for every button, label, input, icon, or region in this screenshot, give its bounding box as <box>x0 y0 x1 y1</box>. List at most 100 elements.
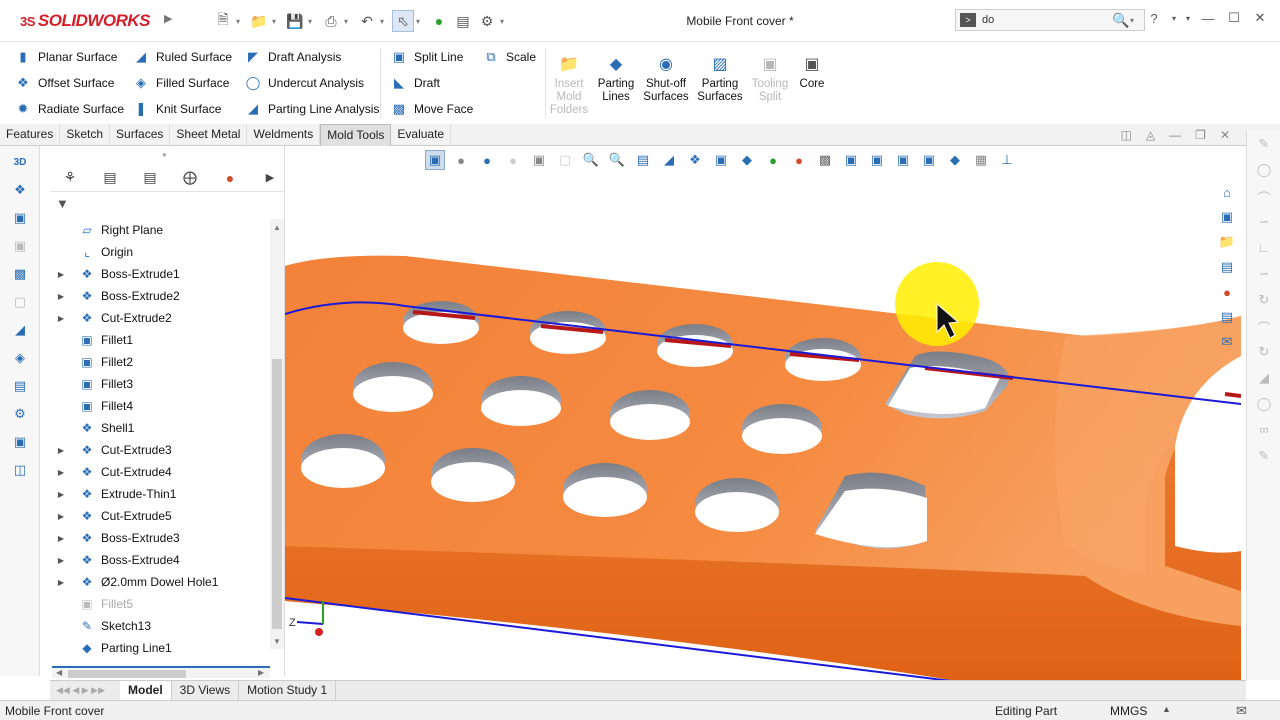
file-explorer-icon[interactable]: 📁 <box>1216 232 1238 252</box>
expand-arrow-icon[interactable]: ▶ <box>50 534 72 543</box>
dimxpert-tab-icon[interactable]: ⨁ <box>180 168 200 188</box>
reference-icon[interactable]: ▢ <box>8 290 32 314</box>
loop-tool-icon[interactable]: ↻ <box>1254 344 1274 364</box>
feature-tree-item[interactable]: ▶ ❖ Cut-Extrude4 <box>50 461 270 483</box>
rebuild-traffic-light-icon[interactable]: ● <box>428 10 450 32</box>
settings-icon[interactable]: ⚙ <box>8 402 32 426</box>
viewport-close-icon[interactable]: ✕ <box>1220 128 1230 142</box>
tooling-split-button[interactable]: ▣ Tooling Split <box>748 52 792 104</box>
viewport-single-icon[interactable]: ▦ <box>971 150 991 170</box>
feature-tree-item[interactable]: ◆ Parting Line1 <box>50 637 270 659</box>
front-view-icon[interactable]: ▣ <box>841 150 861 170</box>
tile-right-icon[interactable]: ◬ <box>1146 128 1155 142</box>
file-properties-icon[interactable]: ▤ <box>452 10 474 32</box>
property-manager-tab-icon[interactable]: ▤ <box>100 168 120 188</box>
save-icon[interactable]: 💾 <box>284 10 306 32</box>
shut-off-surfaces-button[interactable]: ◉ Shut-off Surfaces <box>642 52 690 104</box>
planar-surface-button[interactable]: ▮ Planar Surface <box>12 46 124 68</box>
tab-weldments[interactable]: Weldments <box>247 124 321 146</box>
tree-horizontal-scrollbar[interactable]: ◀ ▶ <box>52 666 270 678</box>
feature-icon[interactable]: ◈ <box>8 346 32 370</box>
parting-lines-button[interactable]: ◆ Parting Lines <box>596 52 636 104</box>
custom-properties-icon[interactable]: ▤ <box>1216 307 1238 327</box>
new-document-icon[interactable]: 🗎 <box>212 10 234 32</box>
view-orientation-icon[interactable]: ▣ <box>711 150 731 170</box>
feature-tree-item[interactable]: ▶ ❖ Extrude-Thin1 <box>50 483 270 505</box>
tab-sketch[interactable]: Sketch <box>60 124 111 146</box>
save-dropdown-icon[interactable]: ▾ <box>308 10 318 32</box>
tab-motion-study-1[interactable]: Motion Study 1 <box>239 681 337 700</box>
expand-arrow-icon[interactable]: ▶ <box>50 556 72 565</box>
open-folder-icon[interactable]: 📁 <box>248 10 270 32</box>
rotate-tool-icon[interactable]: ↻ <box>1254 292 1274 312</box>
expand-arrow-icon[interactable]: ▶ <box>50 314 72 323</box>
section-icon[interactable]: ▤ <box>8 374 32 398</box>
3d-view-icon[interactable]: 3D <box>8 150 32 174</box>
expand-arrow-icon[interactable]: ▶ <box>50 270 72 279</box>
design-library-icon[interactable]: ▣ <box>1216 207 1238 227</box>
search-commands-box[interactable]: > 🔍 ▾ <box>955 9 1145 31</box>
draft-button[interactable]: ◣ Draft <box>388 72 473 94</box>
forum-icon[interactable]: ✉ <box>1216 332 1238 352</box>
feature-tree-item[interactable]: ▶ ❖ Boss-Extrude4 <box>50 549 270 571</box>
undo-dropdown-icon[interactable]: ▾ <box>380 10 390 32</box>
display-style-icon[interactable]: ◆ <box>737 150 757 170</box>
expand-arrow-icon[interactable]: ▶ <box>50 468 72 477</box>
scroll-right-icon[interactable]: ▶ <box>258 668 264 677</box>
tab-mold-tools[interactable]: Mold Tools <box>320 124 392 146</box>
undercut-analysis-button[interactable]: ◯ Undercut Analysis <box>242 72 379 94</box>
viewport-minimize-icon[interactable]: — <box>1169 128 1181 142</box>
right-view-icon[interactable]: ▣ <box>919 150 939 170</box>
feature-tree-item[interactable]: ▣ Fillet5 <box>50 593 270 615</box>
zoom-area-icon[interactable]: 🔍 <box>581 150 601 170</box>
section-view-icon[interactable]: ◢ <box>659 150 679 170</box>
expand-arrow-icon[interactable]: ▶ <box>50 578 72 587</box>
knit-surface-button[interactable]: ❚ Knit Surface <box>130 98 232 120</box>
search-dropdown-icon[interactable]: ▾ <box>1130 16 1134 25</box>
help-icon[interactable]: ? <box>1144 11 1164 26</box>
solidworks-logo[interactable]: 3S SOLIDWORKS <box>20 8 151 34</box>
dynamic-annotation-icon[interactable]: ❖ <box>685 150 705 170</box>
zoom-to-fit-icon[interactable]: ▣ <box>425 150 445 170</box>
print-dropdown-icon[interactable]: ▾ <box>344 10 354 32</box>
feature-tree-item[interactable]: ▶ ❖ Cut-Extrude2 <box>50 307 270 329</box>
insert-mold-folders-button[interactable]: 📁 Insert Mold Folders <box>550 52 588 117</box>
tree-hscroll-thumb[interactable] <box>68 670 186 678</box>
normal-to-icon[interactable]: ⊥ <box>997 150 1017 170</box>
new-dropdown-icon[interactable]: ▾ <box>236 10 246 32</box>
circle-tool-icon[interactable]: ◯ <box>1254 162 1274 182</box>
minimize-icon[interactable]: — <box>1198 11 1218 26</box>
feature-tree-item[interactable]: ▣ Fillet3 <box>50 373 270 395</box>
filled-surface-button[interactable]: ◈ Filled Surface <box>130 72 232 94</box>
feature-tree-item[interactable]: ▱ Right Plane <box>50 219 270 241</box>
feature-tree-item[interactable]: ▶ ❖ Boss-Extrude2 <box>50 285 270 307</box>
tree-vertical-scrollbar[interactable]: ▲ ▼ <box>270 219 284 649</box>
feature-tree-item[interactable]: ▶ ❖ Ø2.0mm Dowel Hole1 <box>50 571 270 593</box>
cube-icon[interactable]: ▣ <box>8 430 32 454</box>
logo-menu-arrow-icon[interactable]: ▶ <box>164 12 174 28</box>
isometric-view-icon[interactable]: ◆ <box>945 150 965 170</box>
tabs-more-arrow-icon[interactable]: ▶ <box>260 168 280 188</box>
panel-grip-icon[interactable]: ● <box>162 150 167 159</box>
display-manager-tab-icon[interactable]: ● <box>220 168 240 188</box>
feature-tree-item[interactable]: ⌞ Origin <box>50 241 270 263</box>
hide-show-icon[interactable]: ● <box>763 150 783 170</box>
hidden-lines-icon[interactable]: ▢ <box>555 150 575 170</box>
select-pointer-icon[interactable]: ⬁ <box>392 10 414 32</box>
draft-tool-icon[interactable]: ◢ <box>8 318 32 342</box>
feature-tree-item[interactable]: ✎ Sketch13 <box>50 615 270 637</box>
expand-arrow-icon[interactable]: ▶ <box>50 292 72 301</box>
solidworks-resources-icon[interactable]: ⌂ <box>1216 182 1238 202</box>
radiate-surface-button[interactable]: ✹ Radiate Surface <box>12 98 125 120</box>
parting-surfaces-button[interactable]: ▨ Parting Surfaces <box>696 52 744 104</box>
tab-nav-arrows-icon[interactable]: ◀◀ ◀ ▶ ▶▶ <box>50 685 120 696</box>
arc-tool-icon[interactable]: ⌒ <box>1254 188 1274 208</box>
pen-icon[interactable]: ✎ <box>1254 136 1274 156</box>
draft-analysis-button[interactable]: ◤ Draft Analysis <box>242 46 379 68</box>
search-magnifier-icon[interactable]: 🔍 <box>1112 12 1130 29</box>
offset-surface-button[interactable]: ❖ Offset Surface <box>12 72 124 94</box>
options-dropdown-icon[interactable]: ▾ <box>500 10 510 32</box>
ruled-surface-button[interactable]: ◢ Ruled Surface <box>130 46 232 68</box>
back-view-icon[interactable]: ▣ <box>867 150 887 170</box>
feature-tree-item[interactable]: ❖ Shell1 <box>50 417 270 439</box>
